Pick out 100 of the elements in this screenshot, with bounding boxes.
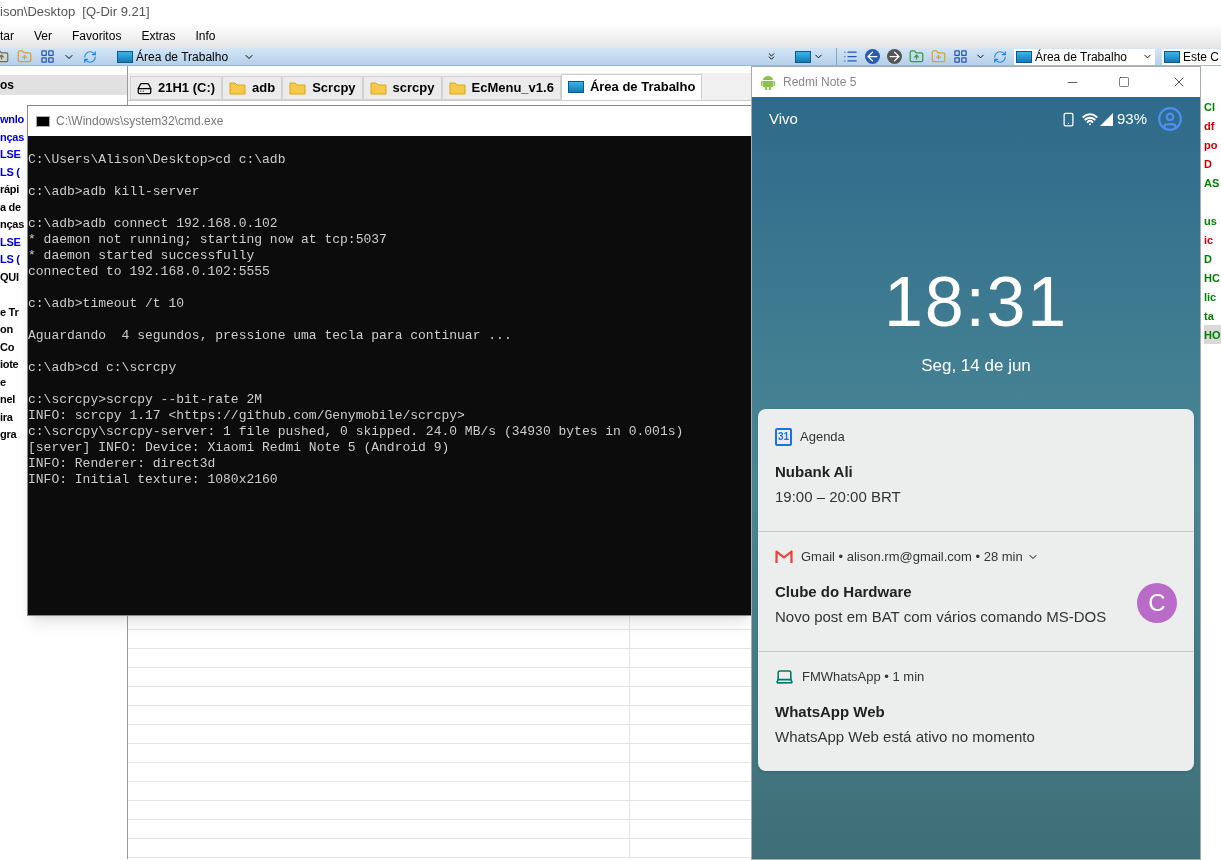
folder-item[interactable]: gra [0,428,17,440]
notification[interactable]: Gmail • alison.rm@gmail.com • 28 min Clube do Hardware Novo post em BAT com vários comando MS-DOS C [758,530,1194,651]
console-line: c:\adb>adb kill-server [28,184,201,200]
console-line: c:\adb>adb connect 192.168.0.102 [28,216,279,232]
notification[interactable]: FMWhatsApp • 1 min WhatsApp Web WhatsApp Web está ativo no momento [758,650,1194,771]
file-row[interactable]: D [1204,154,1221,173]
folder-item[interactable]: e Tr [0,305,19,318]
file-name: ta [1204,310,1214,322]
console-line: c:\adb>timeout /t 10 [28,296,186,312]
desktop-icon [1015,50,1032,63]
calendar-icon: 31 [775,427,792,446]
file-row[interactable]: ta [1204,306,1221,325]
menu-item[interactable]: Info [195,27,216,45]
folder-icon [369,81,387,95]
console-icon [36,115,50,127]
folder-item[interactable]: iote [0,358,19,370]
folder-item[interactable]: QUI [0,270,19,283]
robot-icon [761,74,775,90]
folder-item[interactable]: LSE [0,235,21,248]
file-name: HO [1204,329,1221,341]
folder-item[interactable]: wnlo [0,113,24,125]
notification[interactable]: 31 Agenda Nubank Ali 19:00 – 20:00 BRT [758,408,1194,531]
folder-item[interactable]: rápi [0,183,20,195]
folder-item[interactable]: e [0,375,6,388]
folder-item[interactable]: Co [0,340,15,353]
folder-icon [289,81,307,95]
folder-tab[interactable]: EcMenu_v1.6 [441,76,561,100]
laptop-icon [775,667,794,686]
file-row[interactable]: AS [1204,173,1221,192]
address-dropdown[interactable]: Área de Trabalho [115,46,258,67]
file-name: HC [1204,272,1220,284]
list-view-icon[interactable] [842,49,858,64]
menu-item[interactable]: tar [0,27,14,45]
file-name: D [1204,158,1212,170]
back-icon[interactable] [864,49,880,64]
address-dropdown[interactable]: Este C [1162,48,1221,65]
clock-time: 18:31 [884,267,1068,337]
folder-item[interactable]: nças [0,218,24,230]
folder-up-icon[interactable] [908,49,924,64]
console-line: * daemon started successfully [28,248,256,264]
folder-icon [448,81,466,95]
console-line: C:\Users\Alison\Desktop>cd c:\adb [28,152,287,168]
view-grid-icon[interactable] [40,49,55,64]
avatar: C [1137,582,1177,623]
folder-item[interactable]: on [0,323,13,335]
file-row[interactable]: df [1204,116,1221,135]
notification-title: WhatsApp Web [775,701,886,722]
file-row[interactable]: po [1204,135,1221,154]
file-name: po [1204,139,1218,151]
window-title: C:\Windows\system32\cmd.exe [56,113,224,130]
folder-item[interactable]: ira [0,410,13,423]
file-row[interactable]: CI [1204,97,1221,116]
carrier-label: Vivo [769,108,799,129]
folder-item[interactable]: a de [0,200,21,213]
folder-item[interactable]: LS ( [0,253,20,265]
folder-tab[interactable]: Área de Trabalho [560,74,703,100]
notification-header: Gmail • alison.rm@gmail.com • 28 min [801,547,1023,566]
console-line: INFO: Renderer: direct3d [28,456,217,472]
file-row[interactable]: ic [1204,230,1221,249]
folder-item[interactable]: nel [0,393,16,405]
maximize-icon[interactable] [1118,76,1130,88]
notification-body: Novo post em BAT com vários comando MS-DOS [775,607,1108,627]
notification-header: FMWhatsApp • 1 min [802,667,925,686]
wifi-icon [1081,111,1098,127]
refresh-icon[interactable] [992,49,1007,64]
refresh-icon[interactable] [83,49,97,64]
folder-tab[interactable]: adb [222,76,283,100]
forward-icon[interactable] [886,49,902,64]
folder-tab[interactable]: Scrcpy [282,76,363,100]
file-row[interactable]: HC [1204,268,1221,287]
folder-icon [229,81,247,95]
notification-body: WhatsApp Web está ativo no momento [775,727,1036,747]
folder-tab[interactable]: scrcpy [362,76,442,100]
folder-item[interactable]: LSE [0,148,21,160]
notification-title: Nubank Ali [775,461,854,482]
address-dropdown[interactable]: Área de Trabalho [1013,48,1155,65]
desktop-icon [794,50,811,63]
menu-item[interactable]: Ver [34,27,53,45]
signal-icon [1099,112,1113,126]
folder-item[interactable]: nças [0,130,24,143]
desktop-icon [117,50,133,63]
view-dropdown[interactable] [794,50,824,63]
drive-icon [137,80,152,96]
menu-item[interactable]: Favoritos [72,27,122,45]
file-name: ic [1204,234,1214,246]
notification-body: 19:00 – 20:00 BRT [775,487,902,507]
folder-item[interactable]: LS ( [0,165,20,178]
file-row[interactable]: us [1204,211,1221,230]
console-line: c:\scrcpy>scrcpy --bit-rate 2M [28,392,264,408]
folder-tab[interactable]: 21H1 (C:) [130,76,223,100]
file-row[interactable]: D [1204,249,1221,268]
menu-item[interactable]: Extras [141,27,176,45]
window-title: Redmi Note 5 [783,74,858,91]
console-line: [server] INFO: Device: Xiaomi Redmi Note 5 (Android 9) [28,440,451,456]
mail-icon [775,549,793,564]
view-grid-icon[interactable] [952,49,968,64]
file-row[interactable]: HO [1204,325,1221,344]
sidebar-header: os [0,75,127,95]
file-row[interactable]: lic [1204,287,1221,306]
file-name: AS [1204,177,1220,189]
